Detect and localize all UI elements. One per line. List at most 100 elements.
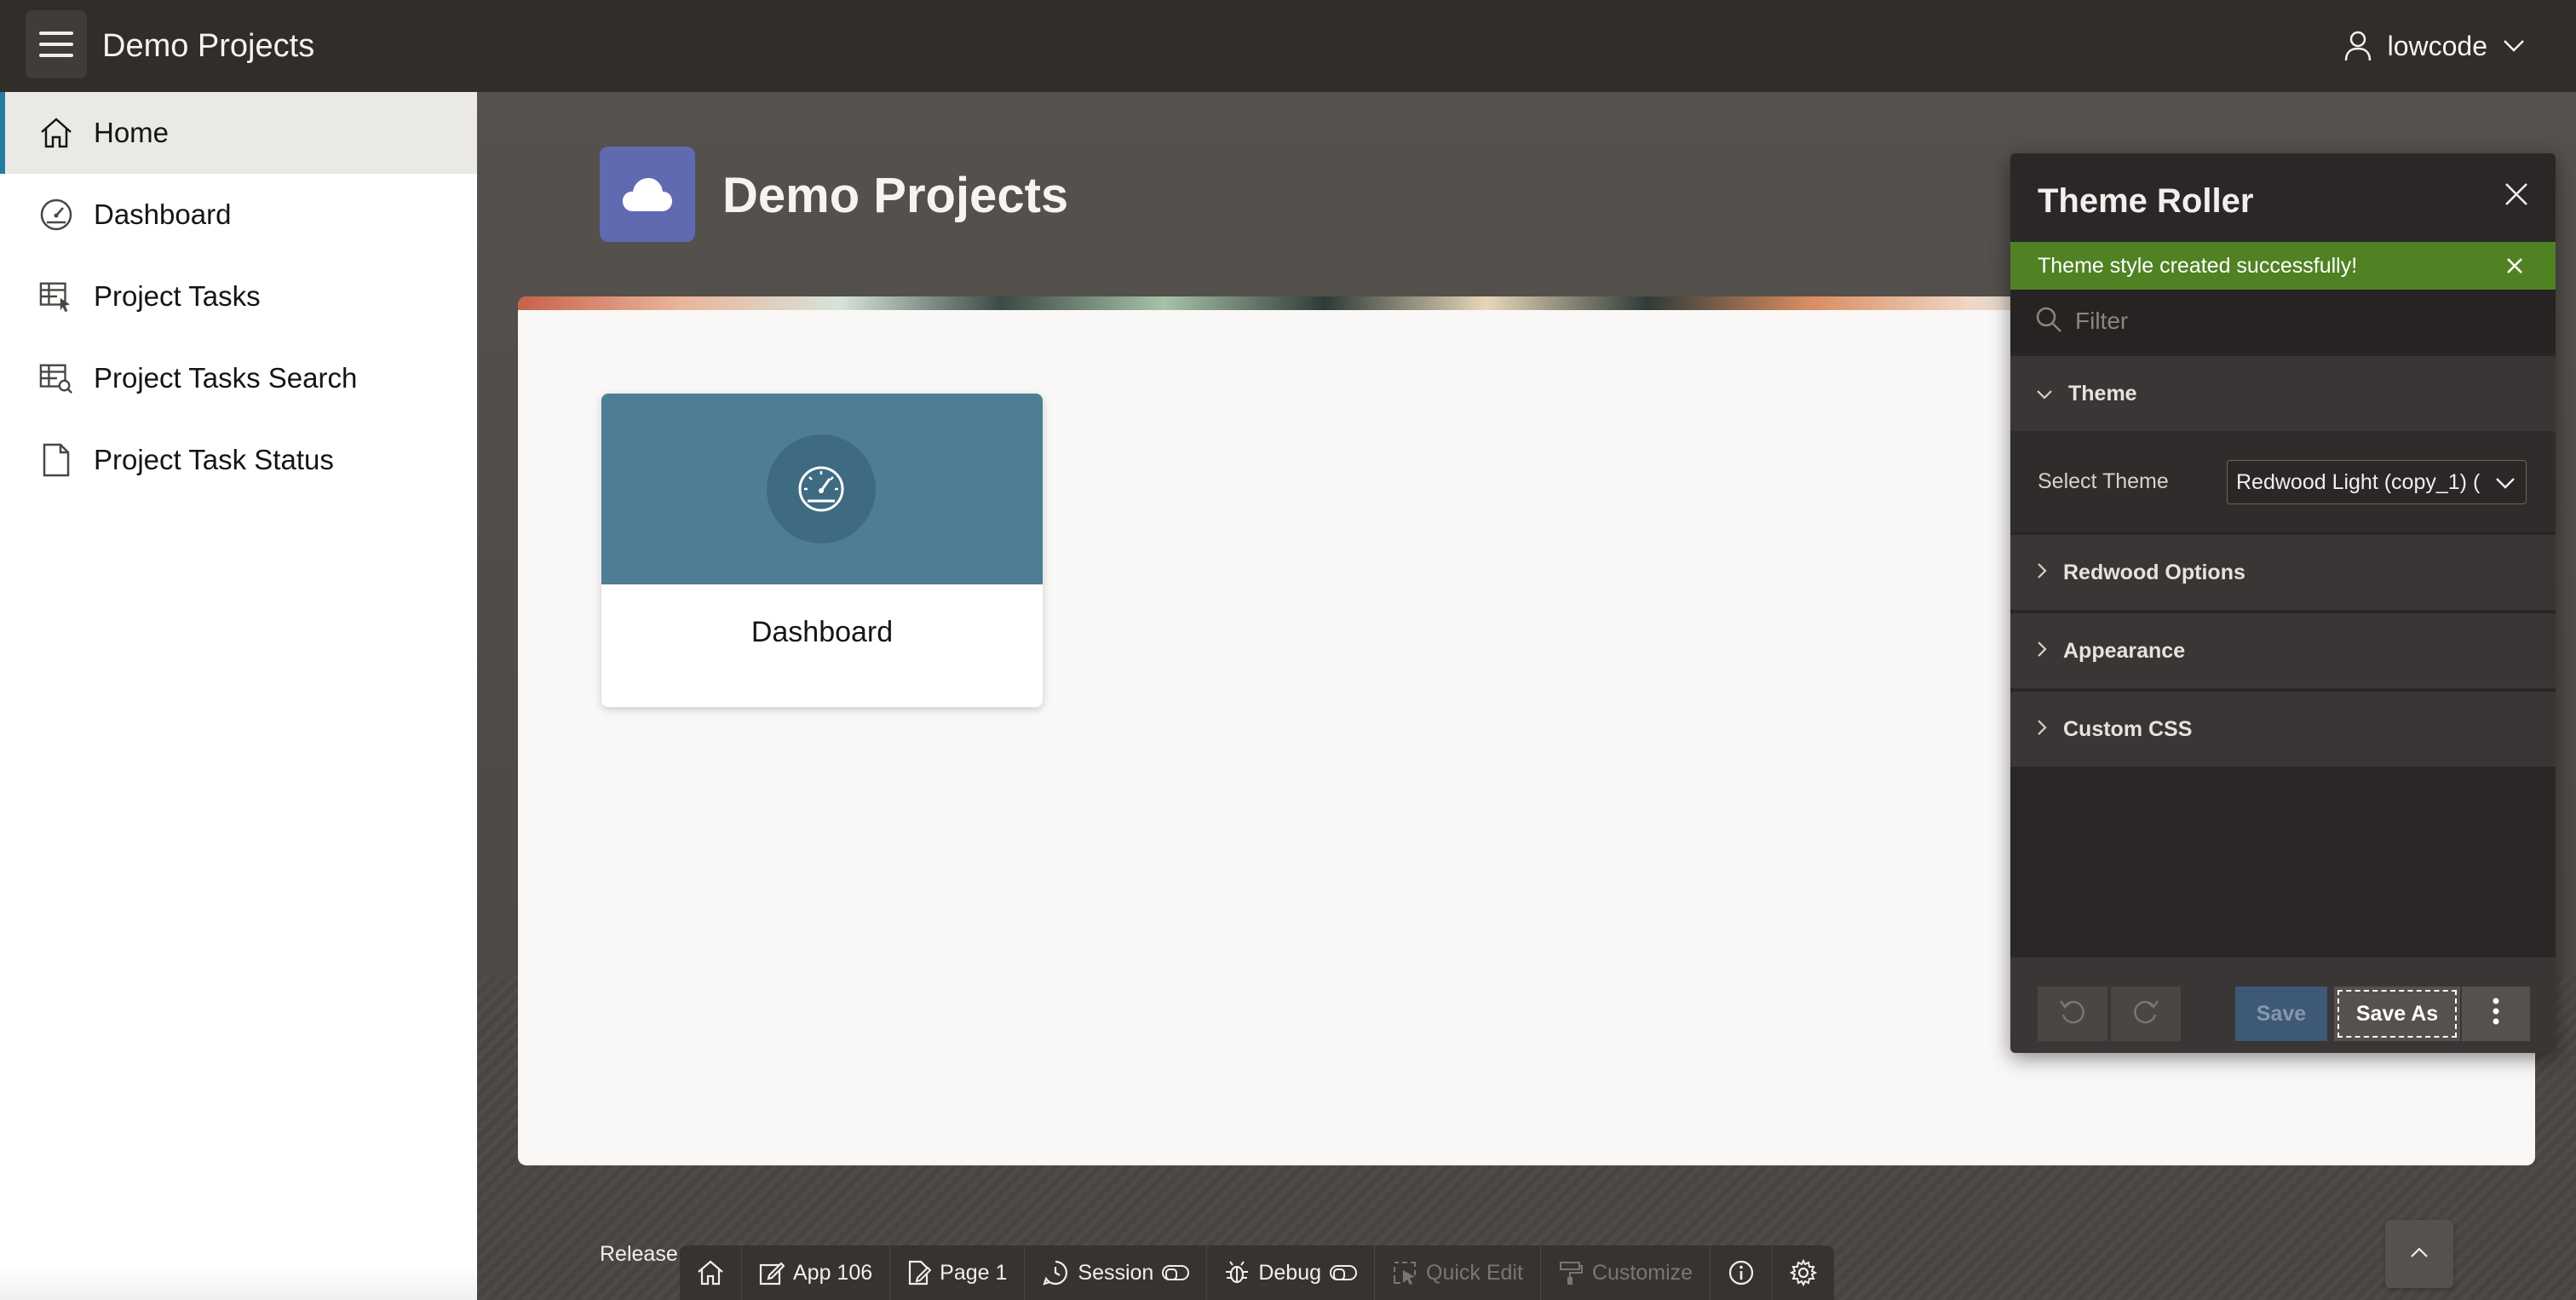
home-icon: [39, 116, 73, 150]
select-theme-row: Select Theme Redwood Light (copy_1) (: [2010, 431, 2556, 532]
success-alert: Theme style created successfully!: [2010, 242, 2556, 290]
filter-bar: [2010, 290, 2556, 353]
sidebar-item-label: Project Tasks Search: [94, 362, 358, 394]
page-edit-icon: [907, 1259, 932, 1286]
user-icon: [2343, 30, 2372, 62]
card-header: [601, 394, 1043, 584]
devbar-page-button[interactable]: Page 1: [890, 1245, 1026, 1300]
cloud-icon: [600, 147, 695, 242]
redo-button[interactable]: [2111, 987, 2181, 1041]
devbar-session-button[interactable]: Session: [1025, 1245, 1208, 1300]
close-icon: [2507, 258, 2522, 273]
sidebar-item-dashboard[interactable]: Dashboard: [0, 174, 477, 256]
debug-toggle-icon: [1330, 1265, 1358, 1280]
devbar-settings-button[interactable]: [1773, 1245, 1834, 1300]
search-icon: [2034, 305, 2063, 338]
more-actions-button[interactable]: [2462, 987, 2530, 1041]
hamburger-menu-button[interactable]: [26, 10, 87, 78]
devbar-app-button[interactable]: App 106: [742, 1245, 891, 1300]
session-toggle-icon: [1162, 1265, 1190, 1280]
sidebar-nav: Home Dashboard Project Tasks Project Tas…: [0, 92, 477, 1300]
devbar-info-button[interactable]: [1711, 1245, 1774, 1300]
chevron-right-icon: [2036, 561, 2048, 585]
sidebar-item-home[interactable]: Home: [0, 92, 477, 174]
scroll-to-top-button[interactable]: [2385, 1220, 2453, 1288]
select-theme-value: Redwood Light (copy_1) (: [2236, 469, 2481, 494]
sidebar-item-label: Project Tasks: [94, 280, 261, 312]
chevron-up-icon: [2410, 1246, 2429, 1263]
top-header: Demo Projects lowcode: [0, 0, 2576, 92]
menu-bar: [39, 32, 73, 35]
close-icon: [2504, 181, 2529, 211]
sidebar-item-project-tasks-search[interactable]: Project Tasks Search: [0, 337, 477, 419]
theme-roller-close-button[interactable]: [2499, 179, 2533, 213]
section-theme-label: Theme: [2068, 381, 2137, 406]
chevron-down-icon: [2036, 382, 2053, 406]
table-pointer-icon: [39, 279, 73, 313]
devbar-customize-button[interactable]: Customize: [1541, 1245, 1711, 1300]
section-redwood-options-label: Redwood Options: [2063, 560, 2245, 584]
save-as-button[interactable]: Save As: [2334, 987, 2460, 1041]
section-redwood-options-header[interactable]: Redwood Options: [2010, 535, 2556, 610]
undo-button[interactable]: [2038, 987, 2107, 1041]
chevron-down-icon: [2492, 469, 2519, 497]
file-icon: [39, 443, 73, 477]
devbar-customize-label: Customize: [1591, 1260, 1693, 1285]
success-alert-text: Theme style created successfully!: [2038, 253, 2358, 278]
info-icon: [1728, 1259, 1755, 1286]
menu-bar: [39, 43, 73, 46]
menu-bar: [39, 54, 73, 57]
filter-input[interactable]: [2075, 308, 2518, 335]
paint-roller-icon: [1558, 1260, 1584, 1286]
devbar-debug-label: Debug: [1258, 1260, 1322, 1285]
theme-roller-title: Theme Roller: [2038, 182, 2254, 220]
speedometer-icon: [39, 198, 73, 232]
select-theme-dropdown[interactable]: Redwood Light (copy_1) (: [2227, 460, 2527, 504]
kebab-menu-icon: [2492, 997, 2500, 1032]
bug-icon: [1224, 1260, 1250, 1286]
release-label: Release: [600, 1242, 678, 1266]
speedometer-icon: [767, 434, 876, 544]
sidebar-item-project-task-status[interactable]: Project Task Status: [0, 419, 477, 501]
section-custom-css-header[interactable]: Custom CSS: [2010, 692, 2556, 767]
save-button[interactable]: Save: [2235, 987, 2327, 1041]
table-search-icon: [39, 361, 73, 395]
devbar-home-button[interactable]: [680, 1245, 742, 1300]
card-label: Dashboard: [750, 616, 894, 648]
session-icon: [1042, 1259, 1069, 1286]
quick-edit-icon: [1392, 1260, 1417, 1286]
alert-close-button[interactable]: [2503, 254, 2527, 278]
chevron-right-icon: [2036, 639, 2048, 664]
sidebar-item-project-tasks[interactable]: Project Tasks: [0, 256, 477, 337]
chevron-down-icon: [2503, 39, 2525, 53]
home-icon: [697, 1260, 724, 1286]
theme-roller-dialog: Theme Roller Theme style created success…: [2010, 153, 2556, 1053]
sidebar-item-label: Dashboard: [94, 198, 232, 230]
devbar-session-label: Session: [1078, 1260, 1154, 1285]
devbar-debug-button[interactable]: Debug: [1207, 1245, 1376, 1300]
sidebar-item-label: Project Task Status: [94, 444, 334, 475]
app-title[interactable]: Demo Projects: [102, 22, 314, 70]
devbar-quick-edit-label: Quick Edit: [1426, 1260, 1523, 1285]
sidebar-shadow: [0, 1266, 477, 1300]
devbar-quick-edit-button[interactable]: Quick Edit: [1375, 1245, 1541, 1300]
devbar-app-label: App 106: [793, 1260, 873, 1285]
dashboard-card[interactable]: Dashboard: [601, 394, 1043, 707]
redo-icon: [2131, 998, 2160, 1031]
select-theme-label: Select Theme: [2038, 469, 2169, 493]
user-menu[interactable]: lowcode: [2343, 22, 2525, 70]
edit-icon: [759, 1260, 785, 1286]
section-appearance-label: Appearance: [2063, 638, 2186, 663]
devbar-page-label: Page 1: [940, 1260, 1008, 1285]
sidebar-item-label: Home: [94, 117, 170, 148]
theme-roller-footer: Save Save As: [2010, 958, 2556, 1053]
user-name: lowcode: [2387, 31, 2487, 61]
chevron-right-icon: [2036, 717, 2048, 742]
section-theme-header[interactable]: Theme: [2010, 356, 2556, 431]
developer-toolbar: App 106 Page 1 Session Debug Quick Edit …: [680, 1245, 1835, 1300]
section-custom-css-label: Custom CSS: [2063, 716, 2193, 741]
page-title: Demo Projects: [722, 168, 1069, 223]
section-appearance-header[interactable]: Appearance: [2010, 613, 2556, 688]
gear-icon: [1790, 1259, 1818, 1286]
undo-icon: [2058, 998, 2087, 1031]
